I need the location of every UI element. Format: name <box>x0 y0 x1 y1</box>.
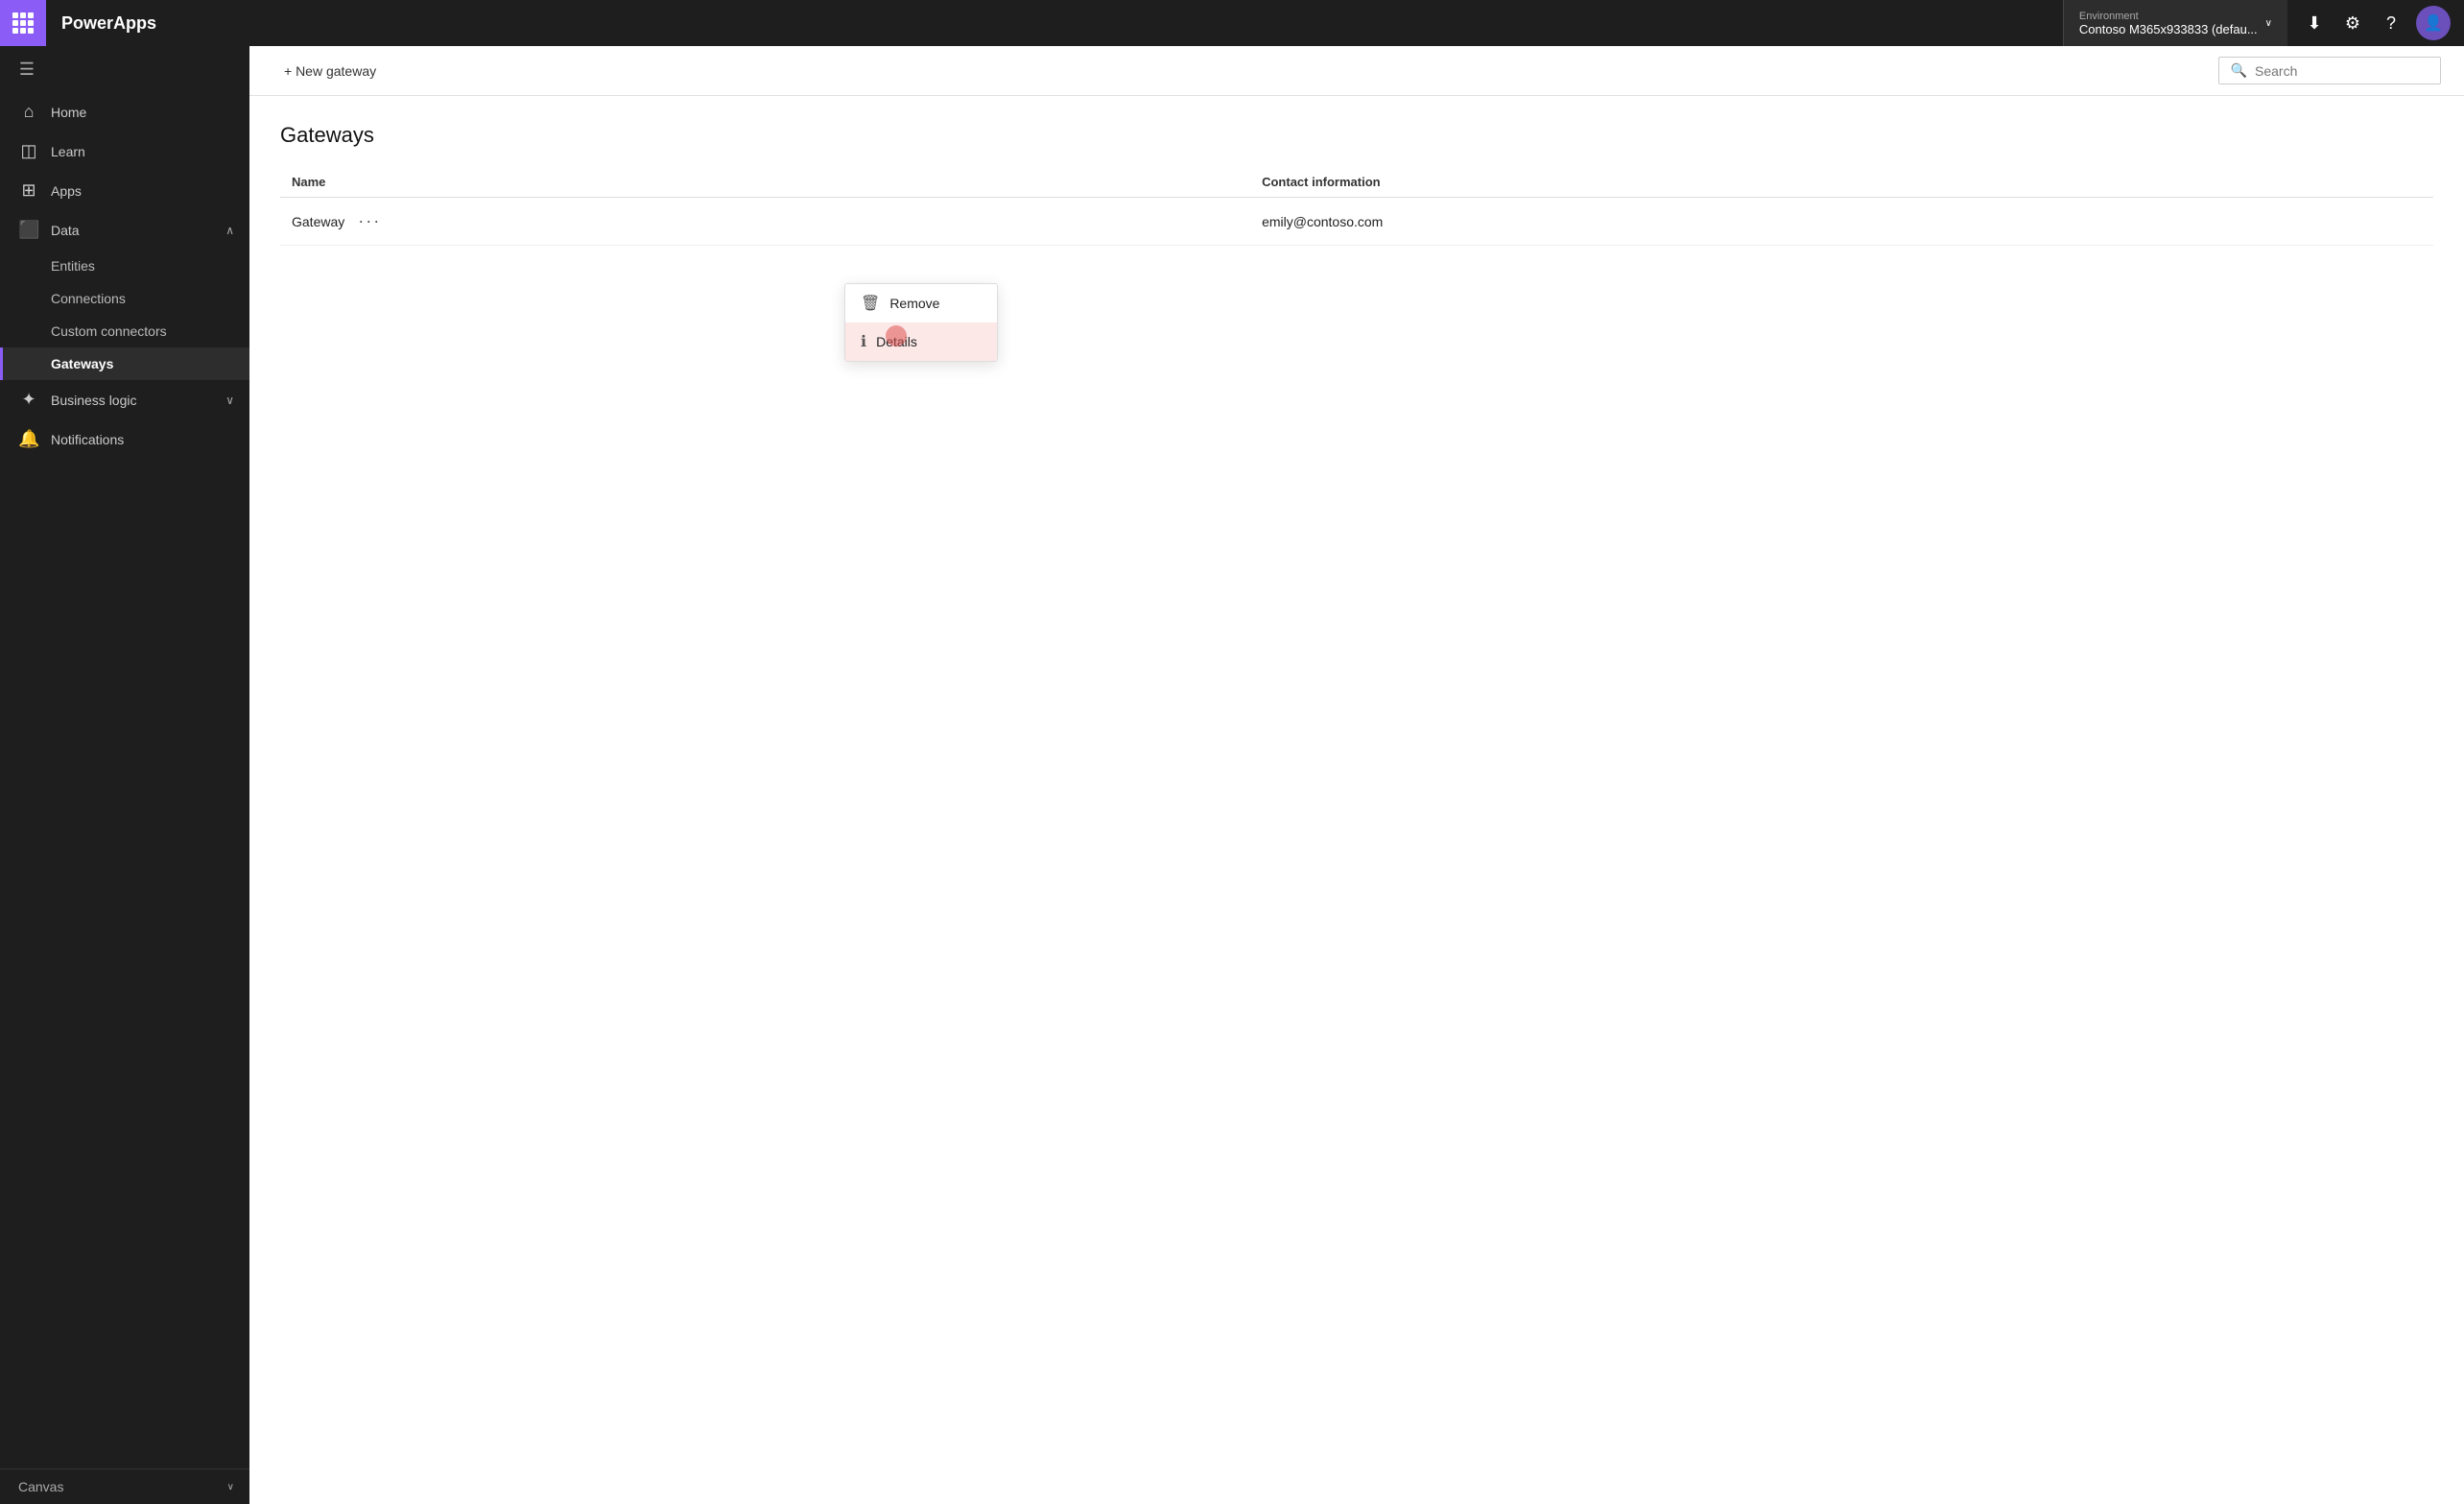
sidebar-notifications-label: Notifications <box>51 432 234 447</box>
context-menu-remove-label: Remove <box>889 296 939 311</box>
sidebar-item-learn-label: Learn <box>51 144 234 159</box>
sidebar-business-logic-label: Business logic <box>51 393 214 408</box>
help-icon: ? <box>2386 13 2396 34</box>
sidebar-item-apps-label: Apps <box>51 183 234 199</box>
search-input[interactable] <box>2255 63 2428 79</box>
env-name: Contoso M365x933833 (defau... <box>2079 22 2258 36</box>
env-label: Environment <box>2079 11 2258 22</box>
new-gateway-label: + New gateway <box>284 63 376 79</box>
sidebar-custom-connectors-label: Custom connectors <box>51 323 167 339</box>
topbar-icons: ⬇ ⚙ ? 👤 <box>2287 0 2464 46</box>
col-contact: Contact information <box>1250 167 2433 198</box>
sidebar-item-custom-connectors[interactable]: Custom connectors <box>0 315 249 347</box>
col-name: Name <box>280 167 1250 198</box>
context-menu-remove[interactable]: 🗑 Remove <box>845 284 997 322</box>
page-title: Gateways <box>280 123 2433 148</box>
app-layout: ☰ ⌂ Home ◫ Learn ⊞ Apps ⬛ Data ∧ Entitie… <box>0 46 2464 1504</box>
page-content: Gateways Name Contact information Gatewa… <box>249 96 2464 1504</box>
business-logic-chevron-icon: ∨ <box>225 394 234 407</box>
user-avatar[interactable]: 👤 <box>2416 6 2451 40</box>
apps-icon: ⊞ <box>18 180 39 201</box>
sidebar-entities-label: Entities <box>51 258 95 274</box>
details-icon: ℹ <box>861 332 866 351</box>
download-button[interactable]: ⬇ <box>2295 0 2334 46</box>
sidebar-item-home[interactable]: ⌂ Home <box>0 92 249 131</box>
sidebar-collapse-button[interactable]: ☰ <box>8 50 46 88</box>
context-menu-details-label: Details <box>876 334 917 349</box>
table-row: Gateway ··· emily@contoso.com <box>280 198 2433 246</box>
sidebar-item-gateways[interactable]: Gateways <box>0 347 249 380</box>
toolbar: + New gateway 🔍 <box>249 46 2464 96</box>
app-launcher-button[interactable] <box>0 0 46 46</box>
sidebar-canvas-label: Canvas <box>18 1479 216 1494</box>
sidebar-item-connections[interactable]: Connections <box>0 282 249 315</box>
business-logic-icon: ✦ <box>18 390 39 410</box>
home-icon: ⌂ <box>18 102 39 122</box>
gateways-table: Name Contact information Gateway ··· emi… <box>280 167 2433 246</box>
notifications-icon: 🔔 <box>18 429 39 449</box>
new-gateway-button[interactable]: + New gateway <box>272 58 388 84</box>
canvas-chevron-icon: ∨ <box>227 1482 234 1492</box>
data-chevron-icon: ∧ <box>225 224 234 237</box>
brand-label: PowerApps <box>46 13 172 34</box>
sidebar: ☰ ⌂ Home ◫ Learn ⊞ Apps ⬛ Data ∧ Entitie… <box>0 46 249 1504</box>
data-icon: ⬛ <box>18 220 39 240</box>
sidebar-connections-label: Connections <box>51 291 126 306</box>
sidebar-item-notifications[interactable]: 🔔 Notifications <box>0 419 249 459</box>
environment-selector[interactable]: Environment Contoso M365x933833 (defau..… <box>2063 0 2287 46</box>
settings-icon: ⚙ <box>2345 13 2360 34</box>
main-area: + New gateway 🔍 Gateways Name Contact in… <box>249 46 2464 1504</box>
hamburger-icon: ☰ <box>19 60 35 80</box>
remove-icon: 🗑 <box>861 294 880 313</box>
help-button[interactable]: ? <box>2372 0 2410 46</box>
search-icon: 🔍 <box>2231 62 2247 79</box>
sidebar-footer: Canvas ∨ <box>0 1468 249 1504</box>
gateway-name: Gateway <box>292 214 344 229</box>
learn-icon: ◫ <box>18 141 39 161</box>
search-box[interactable]: 🔍 <box>2218 57 2441 84</box>
settings-button[interactable]: ⚙ <box>2334 0 2372 46</box>
download-icon: ⬇ <box>2307 13 2321 34</box>
context-menu: 🗑 Remove ℹ Details <box>844 283 998 362</box>
avatar-icon: 👤 <box>2424 13 2443 33</box>
sidebar-item-learn[interactable]: ◫ Learn <box>0 131 249 171</box>
sidebar-gateways-label: Gateways <box>51 356 113 371</box>
context-menu-details[interactable]: ℹ Details <box>845 322 997 361</box>
sidebar-item-data-label: Data <box>51 223 214 238</box>
sidebar-item-apps[interactable]: ⊞ Apps <box>0 171 249 210</box>
waffle-icon <box>12 12 34 34</box>
sidebar-item-data[interactable]: ⬛ Data ∧ <box>0 210 249 250</box>
sidebar-item-business-logic[interactable]: ✦ Business logic ∨ <box>0 380 249 419</box>
sidebar-footer-canvas[interactable]: Canvas ∨ <box>0 1469 249 1504</box>
sidebar-item-entities[interactable]: Entities <box>0 250 249 282</box>
gateway-contact: emily@contoso.com <box>1250 198 2433 246</box>
sidebar-item-home-label: Home <box>51 105 234 120</box>
topbar: PowerApps Environment Contoso M365x93383… <box>0 0 2464 46</box>
row-more-button[interactable]: ··· <box>352 209 387 233</box>
env-chevron-icon: ∨ <box>2265 18 2272 29</box>
